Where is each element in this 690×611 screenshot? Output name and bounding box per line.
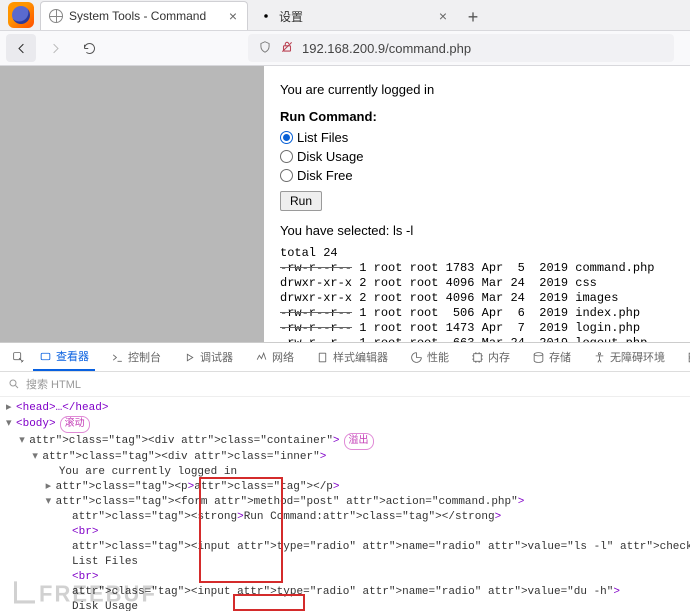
run-button[interactable]: Run	[280, 191, 322, 211]
browser-tab-active[interactable]: System Tools - Command ×	[40, 1, 248, 30]
close-icon[interactable]: ×	[437, 8, 449, 24]
command-output: total 24 -rw-r--r-- 1 root root 1783 Apr…	[280, 246, 674, 342]
radio-label: Disk Usage	[297, 147, 363, 166]
app-panel: You are currently logged in Run Command:…	[264, 66, 690, 342]
devtools-tab[interactable]: 查看器	[33, 343, 95, 371]
radio-label: List Files	[297, 128, 348, 147]
devtools-tabs: 查看器 控制台 调试器 网络 样式编辑器 性能 内存 存储 无障碍环境 应用程序…	[0, 343, 690, 372]
radio-option[interactable]: Disk Usage	[280, 147, 674, 166]
radio-label: Disk Free	[297, 166, 353, 185]
devtools-tab[interactable]: 性能	[404, 344, 455, 370]
firefox-icon	[8, 2, 34, 28]
url-text: 192.168.200.9/command.php	[302, 41, 471, 56]
browser-nav-bar: 192.168.200.9/command.php	[0, 31, 690, 66]
devtools-tab[interactable]: 无障碍环境	[587, 344, 671, 370]
radio-input[interactable]	[280, 169, 293, 182]
devtools-search[interactable]: 搜索 HTML	[0, 372, 690, 397]
devtools-tab[interactable]: 控制台	[105, 344, 167, 370]
tab-title: 设置	[279, 8, 437, 25]
back-button[interactable]	[6, 34, 36, 62]
radio-input[interactable]	[280, 150, 293, 163]
page-viewport: You are currently logged in Run Command:…	[0, 66, 690, 342]
devtools-dom-tree[interactable]: ▸<head>…</head> ▾<body>滚动 ▾attr">class="…	[0, 397, 690, 611]
shield-icon	[258, 40, 272, 57]
radio-option[interactable]: List Files	[280, 128, 674, 147]
gear-icon	[259, 9, 273, 23]
radio-option[interactable]: Disk Free	[280, 166, 674, 185]
lock-icon	[280, 40, 294, 57]
radio-input[interactable]	[280, 131, 293, 144]
devtools-tab[interactable]: 调试器	[177, 344, 239, 370]
reload-button[interactable]	[74, 34, 104, 62]
tab-title: System Tools - Command	[69, 9, 227, 23]
devtools-tab[interactable]: 存储	[526, 344, 577, 370]
run-command-label: Run Command:	[280, 109, 377, 124]
new-tab-button[interactable]: +	[460, 4, 486, 30]
devtools-tab[interactable]: 应用程序	[681, 344, 690, 370]
browser-tab-bar: System Tools - Command × 设置 × +	[0, 0, 690, 31]
devtools-tab[interactable]: 样式编辑器	[310, 344, 394, 370]
browser-tab-inactive[interactable]: 设置 ×	[250, 1, 458, 30]
globe-icon	[49, 9, 63, 23]
devtools-inspect-button[interactable]	[6, 344, 31, 370]
forward-button[interactable]	[40, 34, 70, 62]
devtools-tab[interactable]: 网络	[249, 344, 300, 370]
search-placeholder: 搜索 HTML	[26, 376, 81, 392]
close-icon[interactable]: ×	[227, 8, 239, 24]
address-bar[interactable]: 192.168.200.9/command.php	[248, 34, 674, 62]
devtools-tab[interactable]: 内存	[465, 344, 516, 370]
selected-text: You have selected: ls -l	[280, 223, 674, 238]
devtools-panel: 查看器 控制台 调试器 网络 样式编辑器 性能 内存 存储 无障碍环境 应用程序…	[0, 342, 690, 611]
logged-in-text: You are currently logged in	[280, 82, 674, 97]
